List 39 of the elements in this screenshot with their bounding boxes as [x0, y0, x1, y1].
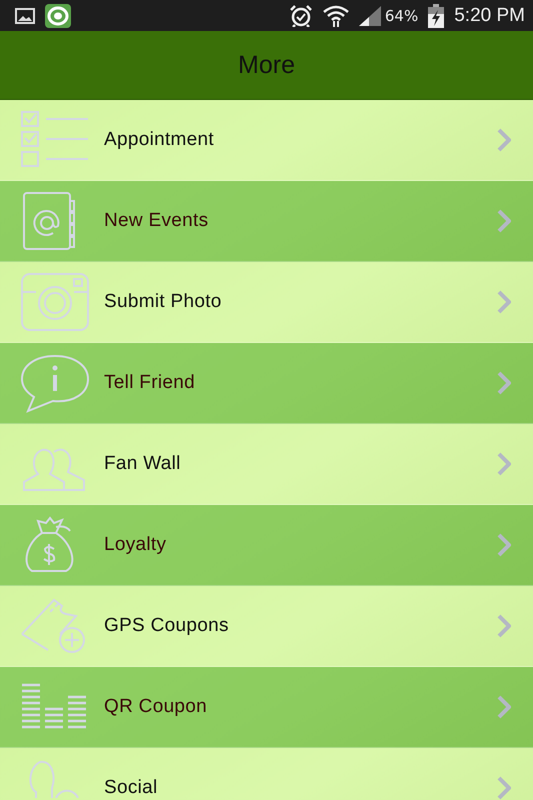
menu-label: Tell Friend	[104, 372, 196, 394]
menu-item[interactable]: New Events	[0, 181, 533, 262]
clock-time: 5:20 PM	[454, 4, 525, 26]
camera-icon	[20, 272, 90, 332]
chevron-right-icon	[497, 209, 511, 233]
screen-title: More	[238, 50, 295, 80]
battery-percentage: 64%	[384, 6, 418, 24]
menu-label: Appointment	[104, 129, 215, 151]
menu-label: QR Coupon	[104, 696, 208, 718]
alarm-icon	[288, 4, 313, 26]
menu-item[interactable]: Fan Wall	[0, 424, 533, 505]
menu-label: Social	[104, 777, 159, 799]
chevron-right-icon	[497, 695, 511, 719]
speech-bubble-info-icon	[20, 353, 90, 413]
menu-item[interactable]: Submit Photo	[0, 262, 533, 343]
chevron-right-icon	[497, 371, 511, 395]
menu-item[interactable]: Tell Friend	[0, 343, 533, 424]
image-icon	[15, 6, 35, 24]
chevron-right-icon	[497, 452, 511, 476]
menu-label: Submit Photo	[104, 291, 223, 313]
chevron-right-icon	[497, 776, 511, 800]
chevron-right-icon	[497, 533, 511, 557]
charging-battery-icon	[428, 4, 444, 28]
menu-item[interactable]: GPS Coupons	[0, 586, 533, 667]
checklist-icon	[20, 110, 90, 170]
chevron-right-icon	[497, 614, 511, 638]
signal-icon	[358, 6, 381, 26]
wifi-icon	[322, 4, 349, 26]
menu-label: Loyalty	[104, 534, 168, 556]
chevron-right-icon	[497, 128, 511, 152]
menu-label: Fan Wall	[104, 453, 182, 475]
menu-item[interactable]: Social	[0, 748, 533, 800]
menu-label: New Events	[104, 210, 210, 232]
menu-item[interactable]: Loyalty	[0, 505, 533, 586]
menu-item[interactable]: QR Coupon	[0, 667, 533, 748]
menu-item[interactable]: Appointment	[0, 100, 533, 181]
menu-label: GPS Coupons	[104, 615, 230, 637]
app-icon	[45, 4, 71, 28]
chevron-right-icon	[497, 290, 511, 314]
